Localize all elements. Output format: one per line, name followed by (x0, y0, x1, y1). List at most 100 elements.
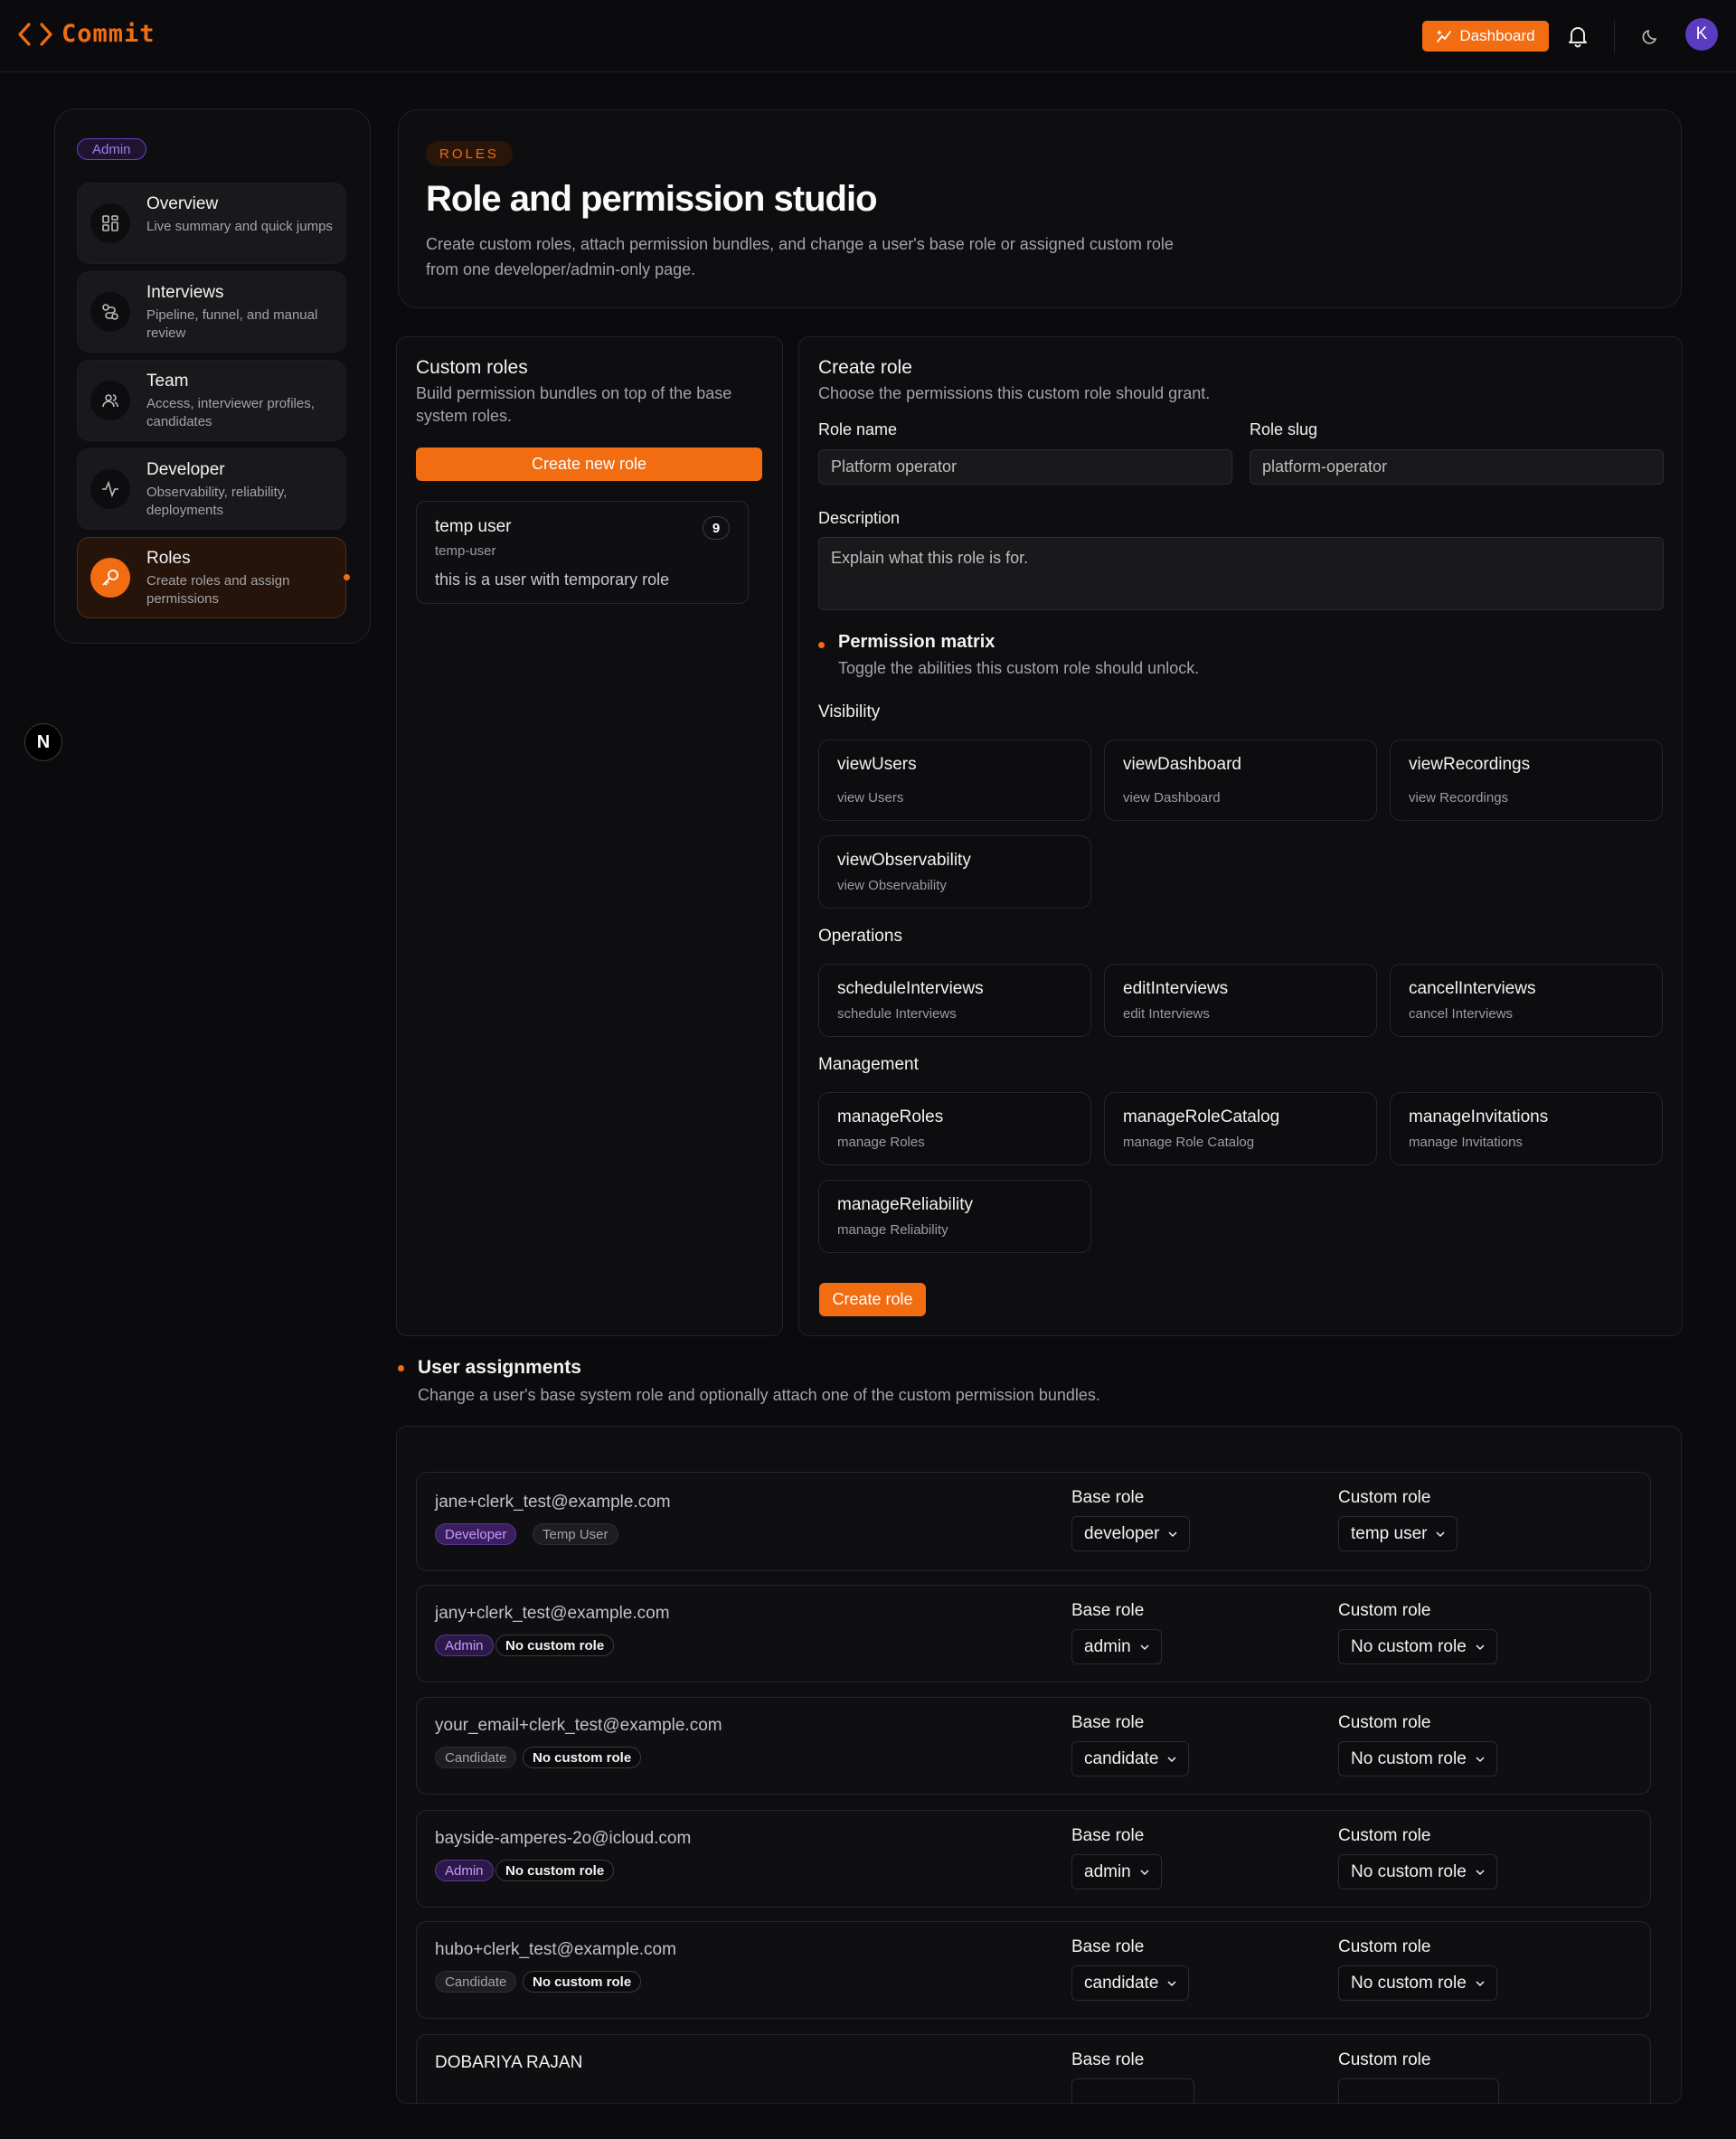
group-title-management: Management (818, 1055, 919, 1074)
permission-toggle[interactable]: viewUsers view Users (818, 740, 1091, 821)
role-slug-input[interactable]: platform-operator (1250, 449, 1664, 485)
user-row: your_email+clerk_test@example.com Candid… (416, 1697, 1651, 1795)
custom-role-select[interactable]: No custom role (1338, 1854, 1497, 1889)
create-role-panel: Create role Choose the permissions this … (798, 336, 1683, 1336)
user-row: jany+clerk_test@example.com Admin No cus… (416, 1585, 1651, 1682)
permission-name: viewUsers (837, 755, 917, 774)
sidebar-item-interviews[interactable]: Interviews Pipeline, funnel, and manual … (77, 271, 346, 353)
permission-matrix-title: Permission matrix (838, 632, 995, 652)
theme-toggle[interactable] (1638, 24, 1664, 49)
custom-role-select[interactable]: temp user (1338, 1516, 1458, 1551)
create-new-role-button[interactable]: Create new role (416, 448, 762, 481)
sidebar-item-overview[interactable]: Overview Live summary and quick jumps (77, 183, 346, 264)
permission-desc: view Dashboard (1123, 790, 1221, 806)
permission-name: scheduleInterviews (837, 979, 984, 998)
base-role-select[interactable]: candidate (1071, 1741, 1190, 1776)
custom-role-select[interactable]: No custom role (1338, 1741, 1497, 1776)
sidebar-item-developer[interactable]: Developer Observability, reliability, de… (77, 448, 346, 530)
user-row: jane+clerk_test@example.com Developer Te… (416, 1472, 1651, 1571)
create-role-button[interactable]: Create role (819, 1283, 926, 1316)
base-role-label: Base role (1071, 1601, 1145, 1620)
custom-roles-title: Custom roles (416, 357, 528, 378)
custom-role-tag: Temp User (533, 1523, 618, 1545)
role-description: this is a user with temporary role (435, 570, 670, 589)
permission-desc: view Users (837, 790, 904, 806)
dashboard-button[interactable]: Dashboard (1422, 21, 1549, 52)
user-email: jane+clerk_test@example.com (435, 1493, 671, 1512)
base-role-tag: Candidate (435, 1747, 517, 1768)
permission-toggle[interactable]: manageRoleCatalog manage Role Catalog (1104, 1092, 1377, 1165)
notifications-button[interactable] (1564, 22, 1591, 51)
custom-role-select[interactable] (1338, 2078, 1499, 2103)
sidebar-item-title: Team (146, 372, 189, 391)
custom-role-tag: No custom role (523, 1971, 642, 1993)
create-role-title: Create role (818, 357, 912, 378)
base-role-label: Base role (1071, 1713, 1145, 1732)
chevron-down-icon (1476, 1980, 1485, 1986)
base-role-label: Base role (1071, 1826, 1145, 1845)
base-role-select[interactable]: developer (1071, 1516, 1191, 1551)
base-role-select[interactable]: admin (1071, 1854, 1162, 1889)
sidebar-item-team[interactable]: Team Access, interviewer profiles, candi… (77, 360, 346, 441)
role-name: temp user (435, 517, 512, 536)
permission-desc: view Recordings (1409, 790, 1509, 806)
chevron-down-icon (1167, 1980, 1176, 1986)
custom-role-select[interactable]: No custom role (1338, 1965, 1497, 2001)
user-row: DOBARIYA RAJAN Base role Custom role (416, 2034, 1651, 2103)
custom-role-value: No custom role (1351, 1636, 1467, 1656)
permission-toggle[interactable]: manageInvitations manage Invitations (1390, 1092, 1663, 1165)
group-title-visibility: Visibility (818, 702, 881, 721)
page-title: Role and permission studio (426, 179, 878, 219)
avatar[interactable]: K (1685, 18, 1718, 51)
admin-badge: Admin (77, 138, 146, 160)
logo[interactable]: Commit (18, 20, 156, 48)
permission-toggle[interactable]: scheduleInterviews schedule Interviews (818, 964, 1091, 1037)
custom-role-label: Custom role (1338, 2050, 1431, 2069)
user-row: hubo+clerk_test@example.com Candidate No… (416, 1921, 1651, 2019)
dashboard-label: Dashboard (1459, 27, 1535, 44)
custom-role-label: Custom role (1338, 1713, 1431, 1732)
role-name-input[interactable]: Platform operator (818, 449, 1232, 485)
permission-toggle[interactable]: cancelInterviews cancel Interviews (1390, 964, 1663, 1037)
custom-role-select[interactable]: No custom role (1338, 1629, 1497, 1664)
key-icon (90, 558, 130, 598)
base-role-value: admin (1084, 1861, 1131, 1881)
base-role-select[interactable] (1071, 2078, 1194, 2103)
user-email: bayside-amperes-2o@icloud.com (435, 1829, 692, 1848)
base-role-select[interactable]: candidate (1071, 1965, 1190, 2001)
custom-role-value: No custom role (1351, 1861, 1467, 1881)
permission-matrix-desc: Toggle the abilities this custom role sh… (838, 659, 1200, 677)
permission-toggle[interactable]: editInterviews edit Interviews (1104, 964, 1377, 1037)
role-card[interactable]: temp user temp-user this is a user with … (416, 501, 749, 604)
next-dev-indicator[interactable]: N (24, 723, 62, 761)
permission-toggle[interactable]: viewDashboard view Dashboard (1104, 740, 1377, 821)
permission-toggle[interactable]: manageReliability manage Reliability (818, 1180, 1091, 1253)
custom-role-label: Custom role (1338, 1601, 1431, 1620)
permission-name: viewObservability (837, 851, 971, 870)
permission-toggle[interactable]: manageRoles manage Roles (818, 1092, 1091, 1165)
sidebar-item-roles[interactable]: Roles Create roles and assign permission… (77, 537, 350, 618)
user-email: hubo+clerk_test@example.com (435, 1940, 676, 1959)
custom-role-label: Custom role (1338, 1937, 1431, 1956)
page-description: Create custom roles, attach permission b… (426, 235, 1174, 278)
sidebar-item-desc: Access, interviewer profiles, candidates (146, 396, 315, 429)
custom-role-tag: No custom role (495, 1635, 615, 1656)
base-role-value: developer (1084, 1523, 1160, 1543)
chevron-down-icon (1168, 1531, 1177, 1537)
sidebar-item-title: Developer (146, 460, 225, 479)
permission-toggle[interactable]: viewRecordings view Recordings (1390, 740, 1663, 821)
user-assignments-title: User assignments (418, 1357, 581, 1378)
role-slug: temp-user (435, 543, 496, 559)
description-textarea[interactable]: Explain what this role is for. (818, 537, 1664, 610)
eyebrow-badge: ROLES (426, 141, 513, 166)
base-role-select[interactable]: admin (1071, 1629, 1162, 1664)
chevron-down-icon (1140, 1869, 1149, 1875)
base-role-tag: Candidate (435, 1971, 517, 1993)
custom-role-value: No custom role (1351, 1973, 1467, 1993)
section-bullet (818, 642, 825, 648)
permission-toggle[interactable]: viewObservability view Observability (818, 835, 1091, 909)
route-icon (90, 292, 130, 332)
custom-roles-desc: Build permission bundles on top of the b… (416, 384, 732, 425)
divider (1614, 20, 1615, 52)
user-email: jany+clerk_test@example.com (435, 1604, 670, 1623)
